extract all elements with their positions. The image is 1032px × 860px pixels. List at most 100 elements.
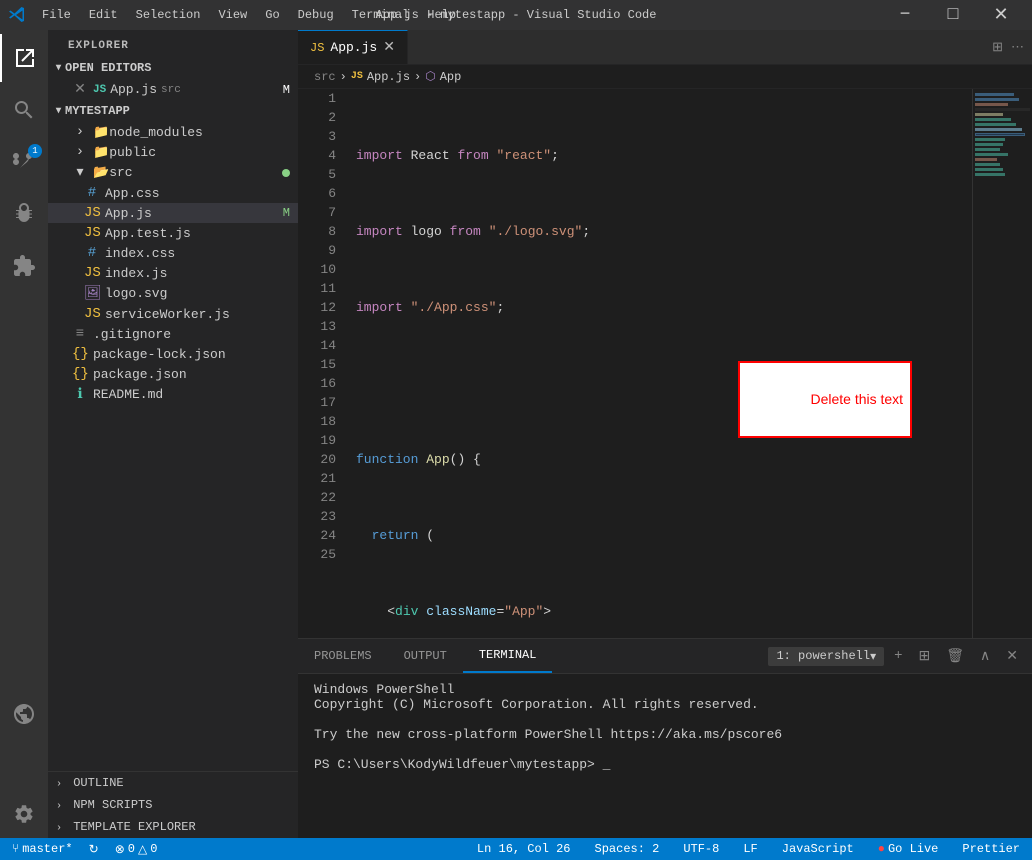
tree-logo-svg[interactable]: 🖼 logo.svg bbox=[48, 283, 298, 304]
sync-status[interactable]: ↻ bbox=[85, 842, 103, 857]
remote-activity-icon[interactable] bbox=[0, 690, 48, 738]
menu-selection[interactable]: Selection bbox=[128, 6, 209, 24]
encoding-text: UTF-8 bbox=[683, 842, 719, 856]
status-bar: ⑂ master* ↻ ⊗ 0 △ 0 Ln 16, Col 26 Spaces… bbox=[0, 838, 1032, 860]
spaces-status[interactable]: Spaces: 2 bbox=[591, 842, 664, 856]
tree-item-label: App.js bbox=[105, 206, 152, 221]
close-terminal-icon[interactable]: ✕ bbox=[1000, 646, 1024, 667]
git-file-icon: ≡ bbox=[72, 326, 88, 342]
tree-readme[interactable]: ℹ README.md bbox=[48, 384, 298, 405]
code-line-4 bbox=[348, 374, 972, 393]
npm-scripts-section[interactable]: › NPM SCRIPTS bbox=[48, 794, 298, 816]
tab-appjs[interactable]: JS App.js ✕ bbox=[298, 30, 408, 64]
modified-indicator: M bbox=[283, 83, 290, 97]
add-terminal-icon[interactable]: + bbox=[888, 646, 908, 666]
tree-app-css[interactable]: # App.css bbox=[48, 183, 298, 203]
tree-app-test-js[interactable]: JS App.test.js bbox=[48, 223, 298, 243]
folder-icon: 📁 bbox=[93, 145, 109, 160]
tab-close-icon[interactable]: ✕ bbox=[383, 39, 395, 56]
tree-index-js[interactable]: JS index.js bbox=[48, 263, 298, 283]
js-lang-badge: JS bbox=[93, 84, 106, 96]
menu-go[interactable]: Go bbox=[257, 6, 287, 24]
cursor-position-text: Ln 16, Col 26 bbox=[477, 842, 571, 856]
tree-public[interactable]: › 📁 public bbox=[48, 142, 298, 162]
terminal-content[interactable]: Windows PowerShell Copyright (C) Microso… bbox=[298, 674, 1032, 838]
tree-service-worker[interactable]: JS serviceWorker.js bbox=[48, 304, 298, 324]
mytestapp-section[interactable]: ▾ MYTESTAPP bbox=[48, 100, 298, 122]
outline-section[interactable]: › OUTLINE bbox=[48, 772, 298, 794]
breadcrumb-app[interactable]: App bbox=[440, 70, 462, 84]
breadcrumb-appjs[interactable]: App.js bbox=[367, 70, 410, 84]
tree-package-lock[interactable]: {} package-lock.json bbox=[48, 344, 298, 364]
source-control-activity-icon[interactable]: 1 bbox=[0, 138, 48, 186]
tree-item-label: serviceWorker.js bbox=[105, 307, 230, 322]
tab-problems[interactable]: PROBLEMS bbox=[298, 639, 388, 673]
tree-node-modules[interactable]: › 📁 node_modules bbox=[48, 122, 298, 142]
split-terminal-icon[interactable]: ⊞ bbox=[913, 646, 937, 667]
spaces-text: Spaces: 2 bbox=[595, 842, 660, 856]
more-actions-icon[interactable]: ⋯ bbox=[1011, 40, 1024, 55]
delete-terminal-icon[interactable]: 🗑 bbox=[940, 646, 970, 667]
template-explorer-section[interactable]: › TEMPLATE EXPLORER bbox=[48, 816, 298, 838]
code-line-2: import logo from "./logo.svg"; bbox=[348, 222, 972, 241]
code-editor[interactable]: 1 2 3 4 5 6 7 8 9 10 11 12 13 14 bbox=[298, 89, 972, 638]
terminal-area: PROBLEMS OUTPUT TERMINAL 1: powershell ▾… bbox=[298, 638, 1032, 838]
warning-icon: △ bbox=[138, 842, 147, 857]
title-bar: File Edit Selection View Go Debug Termin… bbox=[0, 0, 1032, 30]
errors-status[interactable]: ⊗ 0 △ 0 bbox=[111, 842, 162, 857]
maximize-button[interactable]: □ bbox=[930, 0, 976, 30]
code-content[interactable]: import React from "react"; import logo f… bbox=[348, 89, 972, 638]
md-file-icon: ℹ bbox=[72, 386, 88, 403]
editor-area: JS App.js ✕ ⊞ ⋯ src › JS App.js › ⬡ App bbox=[298, 30, 1032, 838]
encoding-status[interactable]: UTF-8 bbox=[679, 842, 723, 856]
js-file-icon: JS bbox=[84, 225, 100, 241]
breadcrumb-src[interactable]: src bbox=[314, 70, 336, 84]
tree-index-css[interactable]: # index.css bbox=[48, 243, 298, 263]
chevron-right-icon: › bbox=[56, 779, 62, 790]
explorer-activity-icon[interactable] bbox=[0, 34, 48, 82]
minimize-button[interactable]: − bbox=[882, 0, 928, 30]
tree-item-label: package-lock.json bbox=[93, 347, 226, 362]
menu-edit[interactable]: Edit bbox=[81, 6, 126, 24]
terminal-tabs: PROBLEMS OUTPUT TERMINAL 1: powershell ▾… bbox=[298, 639, 1032, 674]
debug-activity-icon[interactable] bbox=[0, 190, 48, 238]
branch-status[interactable]: ⑂ master* bbox=[8, 842, 77, 856]
close-button[interactable]: ✕ bbox=[978, 0, 1024, 30]
live-icon: ● bbox=[878, 842, 885, 856]
minimap bbox=[972, 89, 1032, 638]
cursor-position[interactable]: Ln 16, Col 26 bbox=[473, 842, 575, 856]
file-tree: › 📁 node_modules › 📁 public ▾ 📂 src # Ap… bbox=[48, 122, 298, 771]
search-activity-icon[interactable] bbox=[0, 86, 48, 134]
extensions-activity-icon[interactable] bbox=[0, 242, 48, 290]
tab-filename: App.js bbox=[330, 40, 377, 55]
eol-status[interactable]: LF bbox=[739, 842, 761, 856]
tree-src[interactable]: ▾ 📂 src bbox=[48, 162, 298, 183]
status-bar-right: Ln 16, Col 26 Spaces: 2 UTF-8 LF JavaScr… bbox=[473, 842, 1024, 856]
modified-dot bbox=[282, 169, 290, 177]
json-file-icon: {} bbox=[72, 366, 88, 382]
language-status[interactable]: JavaScript bbox=[778, 842, 858, 856]
tab-terminal[interactable]: TERMINAL bbox=[463, 639, 553, 673]
tab-output[interactable]: OUTPUT bbox=[388, 639, 463, 673]
tree-app-js[interactable]: JS App.js M bbox=[48, 203, 298, 223]
chevron-down-icon3: ▾ bbox=[72, 164, 88, 181]
open-editor-item-appjs[interactable]: ✕ JS App.js src M bbox=[48, 79, 298, 100]
split-editor-icon[interactable]: ⊞ bbox=[992, 40, 1003, 55]
menu-file[interactable]: File bbox=[34, 6, 79, 24]
close-icon[interactable]: ✕ bbox=[72, 81, 88, 98]
open-editors-section[interactable]: ▾ OPEN EDITORS bbox=[48, 57, 298, 79]
terminal-dropdown[interactable]: 1: powershell ▾ bbox=[768, 647, 884, 666]
tree-gitignore[interactable]: ≡ .gitignore bbox=[48, 324, 298, 344]
mytestapp-label: MYTESTAPP bbox=[65, 104, 130, 118]
folder-icon: 📁 bbox=[93, 125, 109, 140]
prettier-status[interactable]: Prettier bbox=[958, 842, 1024, 856]
go-live-status[interactable]: ● Go Live bbox=[874, 842, 943, 856]
tree-package-json[interactable]: {} package.json bbox=[48, 364, 298, 384]
js-file-icon: JS bbox=[84, 306, 100, 322]
maximize-terminal-icon[interactable]: ∧ bbox=[974, 646, 996, 667]
settings-activity-icon[interactable] bbox=[0, 790, 48, 838]
menu-view[interactable]: View bbox=[210, 6, 255, 24]
code-line-3: import "./App.css"; bbox=[348, 298, 972, 317]
tree-item-label: App.css bbox=[105, 186, 160, 201]
menu-debug[interactable]: Debug bbox=[290, 6, 342, 24]
